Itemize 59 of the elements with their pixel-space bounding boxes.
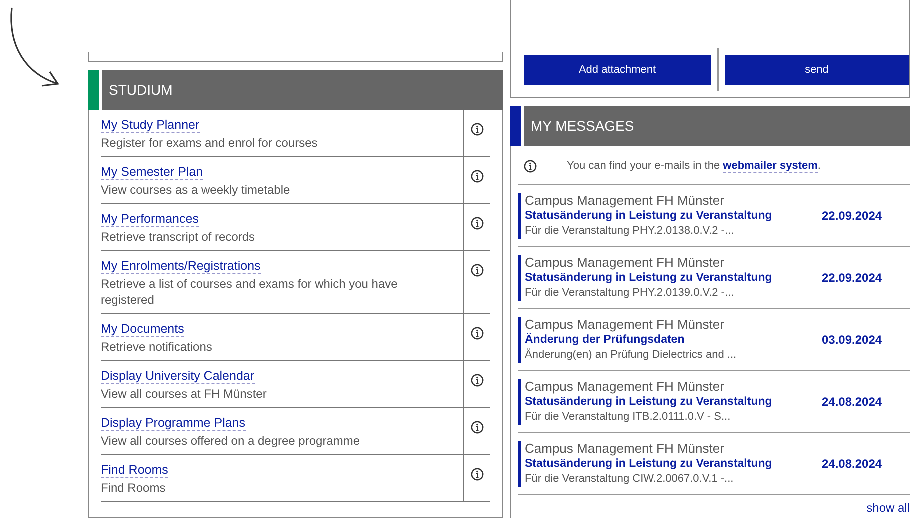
menu-description: View all courses offered on a degree programme bbox=[101, 433, 362, 449]
message-item[interactable]: Campus Management FH Münster Statusänderung in Leistung zu Veranstaltung Für die Veranstaltung ITB.2.0111.0.V - S... 24.08.2024 bbox=[518, 370, 910, 432]
attachment-button[interactable]: Add attachment bbox=[524, 55, 711, 85]
menu-link[interactable]: My Semester Plan bbox=[101, 165, 204, 180]
menu-link[interactable]: Display University Calendar bbox=[101, 369, 255, 384]
info-icon[interactable] bbox=[471, 468, 484, 482]
message-subject: Statusänderung in Leistung zu Veranstaltung bbox=[525, 456, 774, 472]
message-date: 22.09.2024 bbox=[822, 208, 884, 224]
info-icon[interactable] bbox=[471, 327, 484, 340]
menu-link[interactable]: Find Rooms bbox=[101, 463, 168, 478]
message-sender: Campus Management FH Münster bbox=[525, 316, 726, 332]
show-all-link[interactable]: show all bbox=[866, 500, 910, 514]
message-sender: Campus Management FH Münster bbox=[525, 440, 726, 456]
menu-description: View all courses at FH Münster bbox=[101, 386, 268, 402]
message-preview: Änderung(en) an Prüfung Dielectrics and ... bbox=[525, 348, 738, 362]
info-icon[interactable] bbox=[471, 374, 484, 388]
message-date: 24.08.2024 bbox=[822, 394, 884, 410]
menu-link[interactable]: My Performances bbox=[101, 212, 199, 227]
menu-description: Register for exams and enrol for courses bbox=[101, 135, 319, 151]
menu-link[interactable]: My Enrolments/Registrations bbox=[101, 259, 261, 274]
menu-link[interactable]: My Study Planner bbox=[101, 118, 200, 133]
message-item[interactable]: Campus Management FH Münster Statusänderung in Leistung zu Veranstaltung Für die Veranstaltung PHY.2.0138.0.V.2 -... 22.09.2024 bbox=[518, 184, 910, 246]
info-icon[interactable] bbox=[471, 170, 484, 184]
menu-link[interactable]: My Documents bbox=[101, 322, 184, 337]
menu-description: View courses as a weekly timetable bbox=[101, 182, 292, 198]
info-icon[interactable] bbox=[471, 217, 484, 230]
send-button[interactable]: send bbox=[725, 55, 909, 85]
message-preview: Für die Veranstaltung PHY.2.0139.0.V.2 -... bbox=[525, 286, 736, 300]
message-subject: Statusänderung in Leistung zu Veranstaltung bbox=[525, 394, 774, 410]
menu-description: Retrieve notifications bbox=[101, 339, 214, 355]
message-item[interactable]: Campus Management FH Münster Statusänderung in Leistung zu Veranstaltung Für die Veranstaltung CIW.2.0067.0.V.1 -... 24.08.2024 bbox=[518, 432, 910, 494]
message-item[interactable]: Campus Management FH Münster Änderung der Prüfungsdaten Änderung(en) an Prüfung Dielectrics and ... 03.09.2024 bbox=[518, 308, 910, 370]
info-icon[interactable] bbox=[524, 160, 537, 173]
message-preview: Für die Veranstaltung PHY.2.0138.0.V.2 -... bbox=[525, 224, 736, 238]
webmailer-link[interactable]: webmailer system bbox=[723, 160, 818, 173]
accent-bar bbox=[510, 106, 524, 146]
message-subject: Statusänderung in Leistung zu Veranstaltung bbox=[525, 208, 774, 224]
message-date: 24.08.2024 bbox=[822, 456, 884, 472]
message-sender: Campus Management FH Münster bbox=[525, 378, 726, 394]
message-item[interactable]: Campus Management FH Münster Statusänderung in Leistung zu Veranstaltung Für die Veranstaltung PHY.2.0139.0.V.2 -... 22.09.2024 bbox=[518, 246, 910, 308]
menu-description: Retrieve transcript of records bbox=[101, 229, 256, 245]
message-preview: Für die Veranstaltung CIW.2.0067.0.V.1 -... bbox=[525, 472, 735, 486]
message-subject: Statusänderung in Leistung zu Veranstaltung bbox=[525, 270, 774, 286]
info-icon[interactable] bbox=[471, 421, 484, 434]
message-sender: Campus Management FH Münster bbox=[525, 254, 726, 270]
message-sender: Campus Management FH Münster bbox=[525, 192, 726, 208]
panel-title: STUDIUM bbox=[108, 81, 173, 100]
menu-description: Retrieve a list of courses and exams for which you have registered bbox=[101, 276, 399, 308]
notice-text: You can find your e-mails in the webmailer system. bbox=[567, 159, 821, 174]
panel-title: MY MESSAGES bbox=[530, 117, 634, 136]
message-date: 03.09.2024 bbox=[822, 332, 884, 348]
message-date: 22.09.2024 bbox=[822, 270, 884, 286]
info-icon[interactable] bbox=[471, 264, 484, 278]
menu-description: Find Rooms bbox=[101, 480, 167, 496]
message-preview: Für die Veranstaltung ITB.2.0111.0.V - S... bbox=[525, 410, 732, 424]
accent-bar bbox=[88, 70, 102, 110]
message-subject: Änderung der Prüfungsdaten bbox=[525, 332, 686, 348]
menu-link[interactable]: Display Programme Plans bbox=[101, 416, 246, 431]
info-icon[interactable] bbox=[471, 123, 484, 136]
